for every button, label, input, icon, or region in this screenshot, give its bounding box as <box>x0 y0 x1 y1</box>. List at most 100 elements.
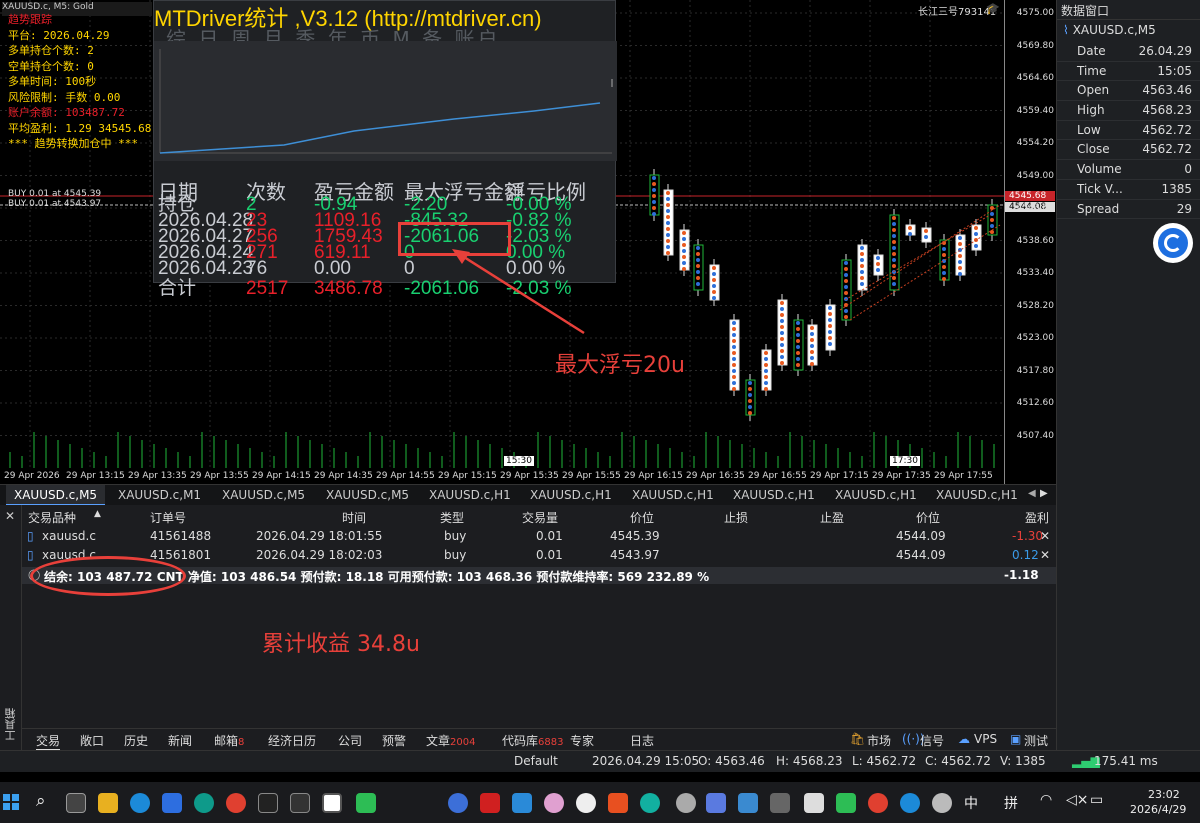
col-type[interactable]: 类型 <box>440 509 464 526</box>
send-icon[interactable] <box>804 793 824 813</box>
tab-tester[interactable]: 测试 <box>1024 732 1048 749</box>
chart-tab[interactable]: XAUUSD.c,H1 <box>421 485 519 506</box>
chart-tab[interactable]: XAUUSD.c,M5 <box>318 485 417 506</box>
powershell-icon[interactable] <box>290 793 310 813</box>
document-icon: ▯ <box>27 529 34 543</box>
chart-tab[interactable]: XAUUSD.c,M1 <box>110 485 209 506</box>
data-value: 4562.72 <box>1142 122 1192 137</box>
data-value: 26.04.29 <box>1138 44 1192 58</box>
order-price: 4545.39 <box>610 529 660 543</box>
tab-market[interactable]: 市场 <box>867 732 891 749</box>
toolbox-tab[interactable]: 交易 <box>36 732 61 751</box>
app-icon-1[interactable] <box>162 793 182 813</box>
toolbox-tab-label: 代码库 <box>502 734 539 748</box>
bluetooth-icon[interactable] <box>738 793 758 813</box>
tray-app-icon-6[interactable] <box>608 793 628 813</box>
data-value: 15:05 <box>1157 63 1192 78</box>
col-symbol[interactable]: 交易品种 <box>28 509 76 526</box>
toolbox-tab[interactable]: 日志 <box>630 732 654 749</box>
data-key: Open <box>1077 83 1110 98</box>
chart-tab[interactable]: XAUUSD.c,H1 <box>725 485 823 506</box>
col-tp[interactable]: 止盈 <box>820 509 844 526</box>
toolbox-tab[interactable]: 历史 <box>124 732 148 749</box>
data-value: 1385 <box>1161 181 1192 196</box>
toolbox-tab[interactable]: 公司 <box>338 732 362 749</box>
chart-tab[interactable]: XAUUSD.c,M5 <box>214 485 313 506</box>
app-icon-2[interactable] <box>194 793 214 813</box>
chart-tab[interactable]: XAUUSD.c,H1 <box>928 485 1026 506</box>
tray-app-icon-10[interactable] <box>770 793 790 813</box>
tray-app-icon-8[interactable] <box>676 793 696 813</box>
col-price[interactable]: 价位 <box>630 509 654 526</box>
status-profile[interactable]: Default <box>514 754 558 768</box>
toolbox-tab[interactable]: 经济日历 <box>268 732 316 749</box>
toolbox-label: 工具箱 <box>4 708 17 741</box>
toolbox-tab[interactable]: 文章2004 <box>426 732 475 749</box>
chevron-right-icon[interactable]: ▶ <box>1040 488 1048 499</box>
tab-vps[interactable]: VPS <box>974 732 997 746</box>
col-profit[interactable]: 盈利 <box>1025 509 1049 526</box>
assistant-bubble-icon[interactable] <box>1153 223 1193 263</box>
tray-app-icon-9[interactable] <box>706 793 726 813</box>
chevron-left-icon[interactable]: ◀ <box>1028 488 1036 499</box>
wifi-icon[interactable]: ◠ <box>1040 792 1052 808</box>
toolbox-tab-label: 文章 <box>426 734 451 748</box>
chart-tab[interactable]: XAUUSD.c,M5 <box>6 485 106 506</box>
tab-signals[interactable]: 信号 <box>920 732 944 749</box>
close-order-icon[interactable]: ✕ <box>1040 548 1050 562</box>
chart-tab[interactable]: XAUUSD.c,H1 <box>624 485 722 506</box>
windows-start-icon[interactable] <box>3 794 19 810</box>
edge-icon[interactable] <box>130 793 150 813</box>
tray-app-icon-5[interactable] <box>576 793 596 813</box>
order-type: buy <box>444 529 467 543</box>
col-order[interactable]: 订单号 <box>150 509 186 526</box>
close-order-icon[interactable]: ✕ <box>1040 529 1050 543</box>
toolbox-tab[interactable]: 专家 <box>570 732 594 749</box>
chart-tab[interactable]: XAUUSD.c,H1 <box>827 485 925 506</box>
col-sl[interactable]: 止损 <box>724 509 748 526</box>
ime-mode-2[interactable]: 拼 <box>1004 793 1018 813</box>
document-icon: ▯ <box>27 548 34 562</box>
toolbox-tab[interactable]: 预警 <box>382 732 406 749</box>
tray-app-icon-4[interactable] <box>544 793 564 813</box>
toolbox-tab-label: 专家 <box>570 734 595 748</box>
search-icon[interactable]: ⌕ <box>36 791 46 811</box>
chrome-icon[interactable] <box>226 793 246 813</box>
chrome-tray-icon[interactable] <box>868 793 888 813</box>
tray-app-icon-7[interactable] <box>640 793 660 813</box>
tray-app-icon-1[interactable] <box>448 793 468 813</box>
windows-taskbar: ⌕ 中 拼 ◠ ◁× ▭ 23:02 2026/4/29 <box>0 782 1200 823</box>
tray-app-icon-2[interactable] <box>480 793 500 813</box>
toolbox-tab[interactable]: 敞口 <box>80 732 104 749</box>
data-window-row: High 4568.23 <box>1057 101 1200 121</box>
wechat-icon[interactable] <box>356 793 376 813</box>
close-icon[interactable]: ✕ <box>5 509 15 523</box>
chart-tab[interactable]: XAUUSD.c,H1 <box>522 485 620 506</box>
order-profit: -1.30 <box>1012 529 1044 543</box>
clock-icon[interactable] <box>932 793 952 813</box>
taskbar-date[interactable]: 2026/4/29 <box>1130 803 1186 816</box>
toolbox-tab[interactable]: 邮箱8 <box>214 732 244 749</box>
taskbar-time[interactable]: 23:02 <box>1148 788 1180 801</box>
speaker-mute-icon[interactable]: ◁× <box>1066 792 1089 808</box>
col-volume[interactable]: 交易量 <box>522 509 558 526</box>
task-view-icon[interactable] <box>66 793 86 813</box>
toolbox-tab[interactable]: 代码库6883 <box>502 732 563 749</box>
data-key: Time <box>1077 63 1107 78</box>
data-window-row: Close 4562.72 <box>1057 140 1200 161</box>
sort-asc-icon[interactable]: ▲ <box>94 509 101 519</box>
metatrader-icon[interactable] <box>322 793 342 813</box>
col-cur-price[interactable]: 价位 <box>916 509 940 526</box>
tray-app-icon-3[interactable] <box>512 793 532 813</box>
status-high: H: 4568.23 <box>776 754 843 768</box>
battery-icon[interactable]: ▭ <box>1090 792 1103 808</box>
toolbox-tab[interactable]: 新闻 <box>168 732 192 749</box>
terminal-icon[interactable] <box>258 793 278 813</box>
wechat-tray-icon[interactable] <box>836 793 856 813</box>
file-explorer-icon[interactable] <box>98 793 118 813</box>
col-time[interactable]: 时间 <box>342 509 366 526</box>
edge-tray-icon[interactable] <box>900 793 920 813</box>
cloud-icon: ☁ <box>958 732 970 746</box>
toolbox-tab-count: 2004 <box>450 737 476 748</box>
ime-mode-1[interactable]: 中 <box>964 793 978 813</box>
